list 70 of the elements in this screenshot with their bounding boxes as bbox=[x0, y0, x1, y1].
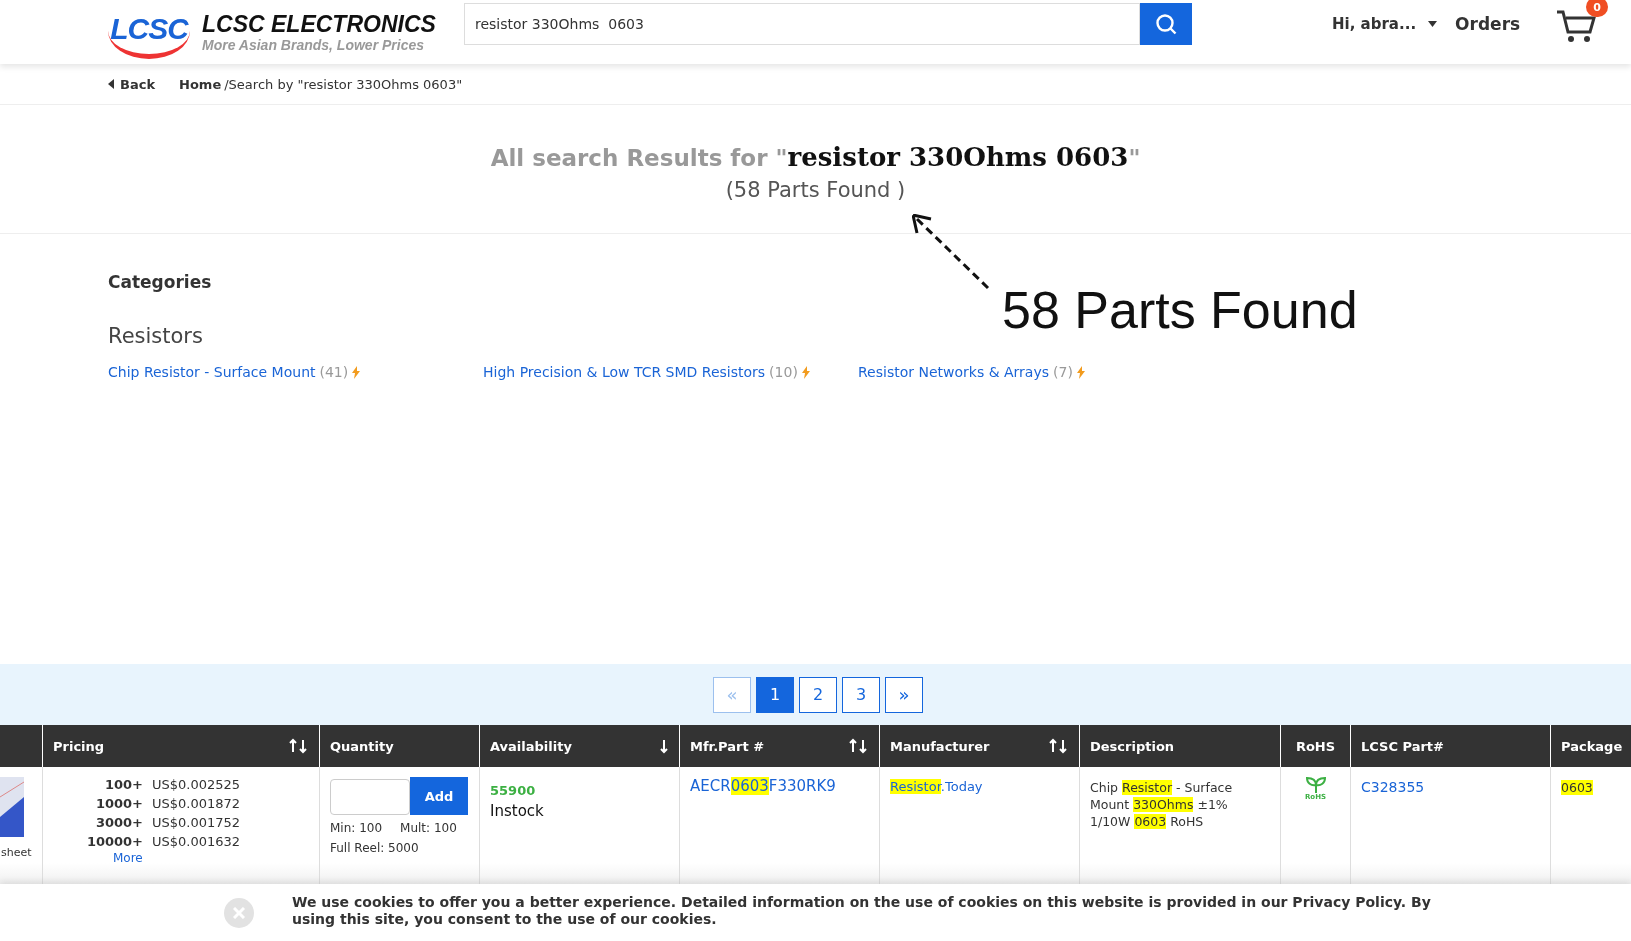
next-page-button[interactable]: » bbox=[885, 676, 923, 713]
category-count: (41) bbox=[319, 364, 349, 380]
column-header: RoHS bbox=[1281, 725, 1351, 767]
price-break-qty: 1000+ bbox=[94, 796, 143, 811]
page-button[interactable]: 1 bbox=[756, 676, 794, 713]
stock-status: Instock bbox=[490, 802, 545, 820]
price-break-qty: 100+ bbox=[103, 777, 143, 792]
full-reel: Full Reel: 5000 bbox=[330, 841, 419, 855]
brand-name: LCSC ELECTRONICS bbox=[202, 11, 437, 37]
column-header: Manufacturer bbox=[880, 725, 1080, 767]
breadcrumb-text: /Search by "resistor 330Ohms 0603" bbox=[224, 76, 463, 92]
sort-icon[interactable] bbox=[1049, 738, 1069, 754]
search-field[interactable]: resistor 330Ohms 0603 bbox=[464, 3, 1140, 45]
page-button[interactable]: 2 bbox=[799, 676, 837, 713]
mult-quantity: Mult: 100 bbox=[400, 821, 457, 835]
unit-price: US$0.001872 bbox=[152, 796, 242, 811]
home-link[interactable]: Home bbox=[179, 76, 222, 92]
search-button[interactable] bbox=[1140, 3, 1192, 45]
logo[interactable]: LCSC bbox=[108, 3, 190, 59]
column-header: Availability bbox=[480, 725, 680, 767]
category-count: (7) bbox=[1053, 364, 1073, 380]
column-header bbox=[0, 725, 43, 767]
package-text: 0603 bbox=[1561, 779, 1594, 796]
close-icon bbox=[233, 907, 245, 919]
unit-price: US$0.002525 bbox=[152, 777, 242, 792]
unit-price: US$0.001632 bbox=[152, 834, 242, 849]
back-link[interactable]: Back bbox=[108, 76, 156, 92]
column-header: Package bbox=[1551, 725, 1631, 767]
description-text: Chip Resistor - Surface Mount 330Ohms ±1% 1/10W 0603 RoHS bbox=[1090, 779, 1234, 830]
closing-quote: " bbox=[1128, 145, 1141, 171]
unit-price: US$0.001752 bbox=[152, 815, 242, 830]
sort-down-icon[interactable] bbox=[659, 738, 669, 754]
results-heading: All search Results for " bbox=[490, 145, 788, 171]
lightning-icon bbox=[1076, 365, 1085, 379]
user-menu[interactable]: Hi, abra... bbox=[1332, 15, 1417, 33]
search-icon bbox=[1155, 13, 1177, 35]
search-query: resistor 330Ohms 0603 bbox=[787, 142, 1129, 172]
column-header: Pricing bbox=[43, 725, 320, 767]
parts-count: (58 Parts Found ) bbox=[725, 178, 906, 202]
category-count: (10) bbox=[769, 364, 798, 380]
sort-icon[interactable] bbox=[289, 738, 309, 754]
min-quantity: Min: 100 bbox=[330, 821, 383, 835]
category-link[interactable]: Chip Resistor - Surface Mount bbox=[108, 364, 316, 380]
page-button[interactable]: 3 bbox=[842, 676, 880, 713]
add-button[interactable]: Add bbox=[410, 777, 468, 815]
sort-icon[interactable] bbox=[849, 738, 869, 754]
more-prices-link[interactable]: More bbox=[113, 851, 143, 865]
column-header: Description bbox=[1080, 725, 1281, 767]
categories-title: Categories bbox=[108, 272, 213, 292]
category-link[interactable]: High Precision & Low TCR SMD Resistors bbox=[483, 364, 766, 380]
tagline: More Asian Brands, Lower Prices bbox=[202, 37, 425, 53]
stock-count: 55900 bbox=[490, 783, 537, 798]
lcsc-part-link[interactable]: C328355 bbox=[1361, 779, 1425, 795]
cart-icon[interactable] bbox=[1556, 9, 1597, 43]
back-arrow-icon bbox=[108, 79, 114, 89]
category-link[interactable]: Resistor Networks & Arrays bbox=[858, 364, 1050, 380]
cookie-notice: We use cookies to offer you a better experience. Detailed information on the use of cookies on this website is provided in our Privacy Policy. By using this site, you consent to the use of our cookies. bbox=[292, 894, 1432, 928]
orders-link[interactable]: Orders bbox=[1455, 14, 1521, 34]
column-header: Mfr.Part # bbox=[680, 725, 880, 767]
cart-count-badge: 0 bbox=[1586, 0, 1609, 17]
lightning-icon bbox=[801, 365, 810, 379]
caret-icon[interactable] bbox=[1428, 21, 1438, 27]
column-header: LCSC Part# bbox=[1351, 725, 1551, 767]
lightning-icon bbox=[352, 365, 361, 379]
price-break-qty: 10000+ bbox=[85, 834, 143, 849]
datasheet-link[interactable]: sheet bbox=[1, 846, 32, 859]
price-break-qty: 3000+ bbox=[94, 815, 143, 830]
quantity-field[interactable] bbox=[330, 779, 410, 815]
column-header: Quantity bbox=[320, 725, 480, 767]
leaf-icon bbox=[1304, 777, 1327, 793]
